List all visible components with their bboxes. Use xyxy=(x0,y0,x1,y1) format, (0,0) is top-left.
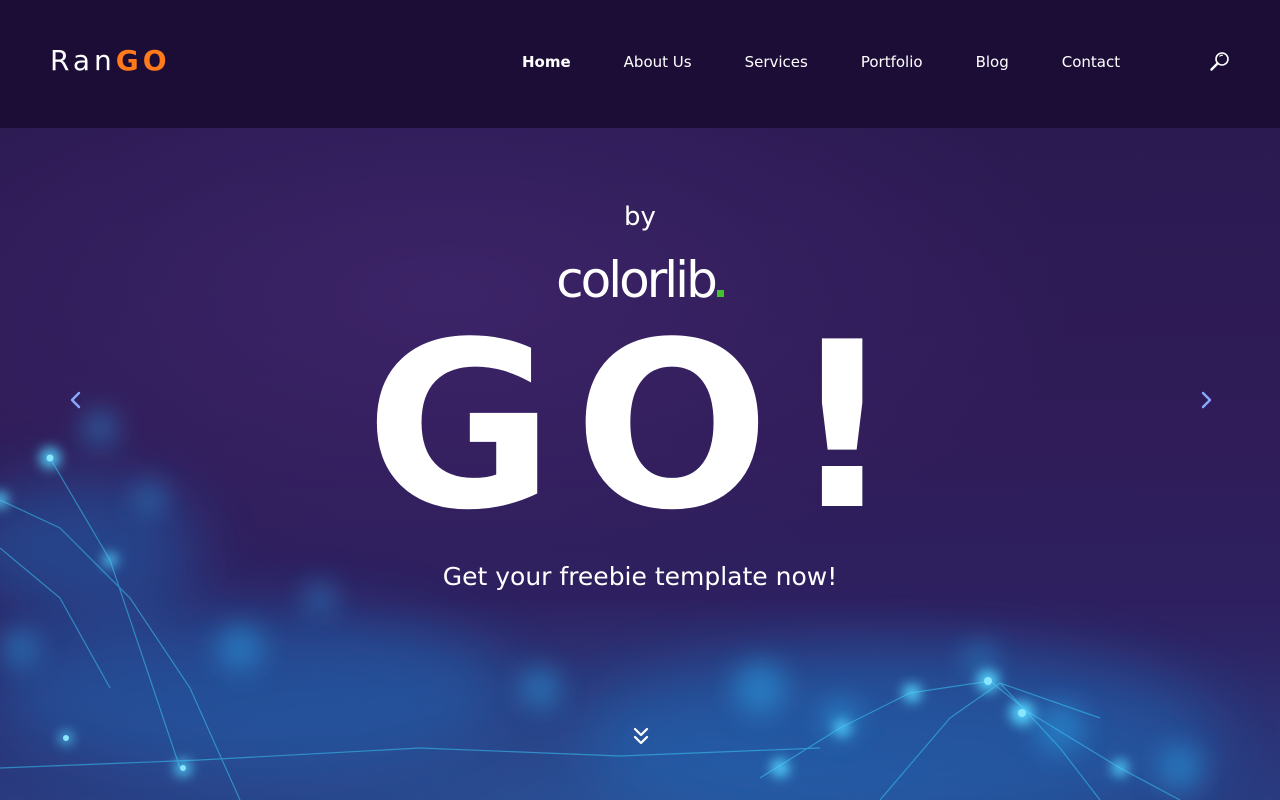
nav-item-contact[interactable]: Contact xyxy=(1062,53,1120,71)
search-icon xyxy=(1210,52,1229,71)
hero-headline: GO! xyxy=(365,294,915,561)
hero-by-text: by xyxy=(624,202,656,232)
nav-item-portfolio[interactable]: Portfolio xyxy=(861,53,923,71)
site-logo[interactable]: RanGO xyxy=(50,44,171,77)
chevron-left-icon xyxy=(70,391,81,409)
chevron-right-icon xyxy=(1201,391,1212,409)
slider-prev-button[interactable] xyxy=(62,386,90,414)
site-header: RanGO Home About Us Services Portfolio B… xyxy=(0,0,1280,128)
slider-next-button[interactable] xyxy=(1192,386,1220,414)
nav-item-blog[interactable]: Blog xyxy=(976,53,1009,71)
nav-item-home[interactable]: Home xyxy=(522,53,571,71)
search-button[interactable] xyxy=(1208,50,1232,74)
nav-item-services[interactable]: Services xyxy=(745,53,808,71)
hero-slider: by colorlib GO! Get your freebie templat… xyxy=(0,128,1280,800)
hero-tagline: Get your freebie template now! xyxy=(442,562,838,591)
logo-text-accent: GO xyxy=(115,44,171,77)
page: RanGO Home About Us Services Portfolio B… xyxy=(0,0,1280,800)
double-chevron-down-icon xyxy=(633,727,649,745)
scroll-down-button[interactable] xyxy=(628,724,654,750)
main-nav: Home About Us Services Portfolio Blog Co… xyxy=(522,50,1120,74)
logo-text-primary: Ran xyxy=(50,44,116,77)
nav-item-about-us[interactable]: About Us xyxy=(624,53,692,71)
